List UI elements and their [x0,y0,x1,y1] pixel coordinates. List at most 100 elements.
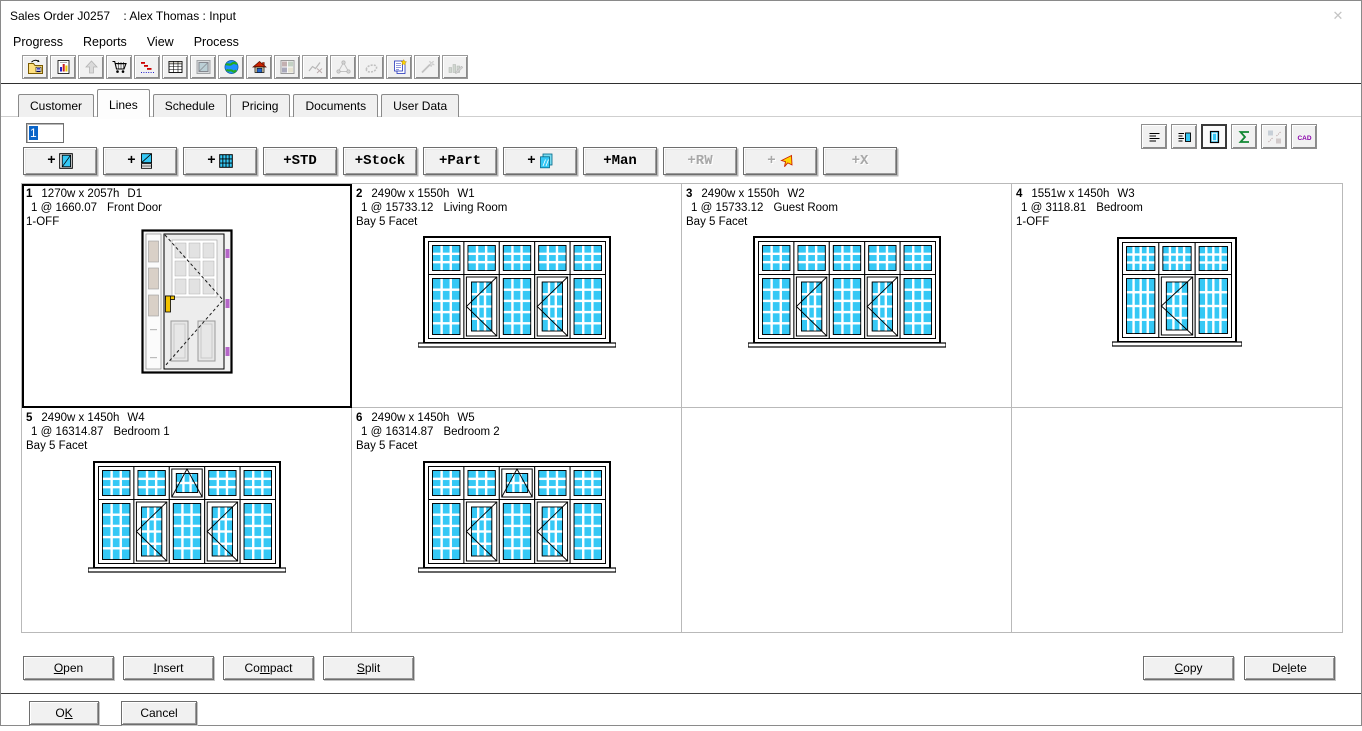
table-grid-icon [167,59,184,75]
line-dimensions: 2490w x 1550h [701,188,779,200]
compact-button[interactable]: Compact [223,656,314,680]
graph-cut-icon [307,59,324,75]
line-cell-3[interactable]: 32490w x 1550hW21 @ 15733.12Guest RoomBa… [682,184,1012,408]
view-buttons-row: CAD [1141,124,1317,149]
tab-customer[interactable]: Customer [18,94,94,117]
add-pointer-button[interactable]: + [743,147,817,175]
toolbar-button-globe[interactable] [218,55,244,79]
add-man-button[interactable]: +Man [583,147,657,175]
line-number-input[interactable]: 1 [26,123,64,143]
line-config: Bay 5 Facet [356,216,417,228]
line-dimensions: 1551w x 1450h [1031,188,1109,200]
add-grid-button[interactable]: + [183,147,257,175]
view-text-picture-button[interactable] [1171,124,1197,149]
toolbar-separator [1,83,1361,85]
toolbar-button-open-order[interactable] [22,55,48,79]
globe-icon [223,59,240,75]
add-std-button[interactable]: +STD [263,147,337,175]
line-number: 3 [686,188,692,200]
line-number: 5 [26,412,32,424]
view-picture-button[interactable] [1201,124,1227,149]
toolbar-button-upload-arrow[interactable] [78,55,104,79]
ok-button[interactable]: OK [29,701,99,725]
view-cad-button[interactable]: CAD [1291,124,1317,149]
toolbar-button-report-chart[interactable] [50,55,76,79]
line-cell-4[interactable]: 41551w x 1450hW31 @ 3118.81Bedroom1-OFF [1012,184,1342,408]
window-drawing [352,453,681,632]
line-reference: W3 [1117,188,1134,200]
line-cell-5[interactable]: 52490w x 1450hW41 @ 16314.87Bedroom 1Bay… [22,408,352,632]
line-number: 6 [356,412,362,424]
sash-icon [139,153,153,169]
line-room: Front Door [107,202,162,214]
open-order-icon [27,59,44,75]
add-sash-button[interactable]: + [103,147,177,175]
report-chart-icon [55,59,72,75]
line-dimensions: 2490w x 1550h [371,188,449,200]
open-button[interactable]: Open [23,656,114,680]
line-qty-price: 1 @ 15733.12 [691,202,763,214]
glass-icon [539,153,553,169]
line-qty-price: 1 @ 15733.12 [361,202,433,214]
toolbar-button-magic-wand[interactable] [414,55,440,79]
close-icon[interactable]: ✕ [1315,1,1361,31]
delete-button[interactable]: Delete [1244,656,1335,680]
add-stock-button[interactable]: +Stock [343,147,417,175]
tab-pricing[interactable]: Pricing [230,94,291,117]
view-optimise-button[interactable] [1261,124,1287,149]
add-glass-button[interactable]: + [503,147,577,175]
tab-schedule[interactable]: Schedule [153,94,227,117]
copy-button[interactable]: Copy [1143,656,1234,680]
split-button[interactable]: Split [323,656,414,680]
tab-user-data[interactable]: User Data [381,94,459,117]
toolbar-button-pattern-window[interactable] [274,55,300,79]
lines-tab-page: 1 ++++STD+Stock+Part++Man+RW++X CAD 1127… [1,117,1361,731]
picture-icon [1206,129,1223,145]
line-dimensions: 2490w x 1450h [41,412,119,424]
line-reference: W2 [787,188,804,200]
toolbar-button-graph-cut[interactable] [302,55,328,79]
line-reference: D1 [127,188,142,200]
toolbar-button-table-grid[interactable] [162,55,188,79]
menu-reports[interactable]: Reports [73,32,137,52]
add-frame-button[interactable]: + [23,147,97,175]
line-config: Bay 5 Facet [26,440,87,452]
add-part-button[interactable]: +Part [423,147,497,175]
insert-button[interactable]: Insert [123,656,214,680]
tab-documents[interactable]: Documents [293,94,378,117]
toolbar-button-window-design[interactable] [190,55,216,79]
menu-process[interactable]: Process [184,32,249,52]
sigma-icon [1236,129,1253,145]
line-cell-6[interactable]: 62490w x 1450hW51 @ 16314.87Bedroom 2Bay… [352,408,682,632]
network-icon [335,59,352,75]
line-qty-price: 1 @ 3118.81 [1021,202,1086,214]
add-x-button[interactable]: +X [823,147,897,175]
line-dimensions: 2490w x 1450h [371,412,449,424]
cancel-button[interactable]: Cancel [121,701,197,725]
menubar: ProgressReportsViewProcess [1,31,1361,53]
toolbar-button-network[interactable] [330,55,356,79]
line-cell-2[interactable]: 22490w x 1550hW11 @ 15733.12Living RoomB… [352,184,682,408]
door-drawing [22,229,351,408]
view-text-list-button[interactable] [1141,124,1167,149]
house-icon [251,59,268,75]
add-rw-button[interactable]: +RW [663,147,737,175]
view-totals-button[interactable] [1231,124,1257,149]
toolbar-button-house[interactable] [246,55,272,79]
toolbar-button-schedule-gantt[interactable] [134,55,160,79]
menu-view[interactable]: View [137,32,184,52]
line-reference: W5 [457,412,474,424]
toolbar-button-chart-edit[interactable] [442,55,468,79]
toolbar-button-route[interactable] [358,55,384,79]
menu-progress[interactable]: Progress [3,32,73,52]
toolbar-button-shopping-cart[interactable] [106,55,132,79]
window-drawing [22,453,351,632]
toolbar [1,53,1361,81]
toolbar-button-copy-docs[interactable] [386,55,412,79]
line-number: 4 [1016,188,1022,200]
tab-lines[interactable]: Lines [97,89,150,117]
line-number: 1 [26,188,32,200]
magic-wand-icon [419,59,436,75]
line-cell-1[interactable]: 11270w x 2057hD11 @ 1660.07Front Door1-O… [22,184,352,408]
schedule-gantt-icon [139,59,156,75]
